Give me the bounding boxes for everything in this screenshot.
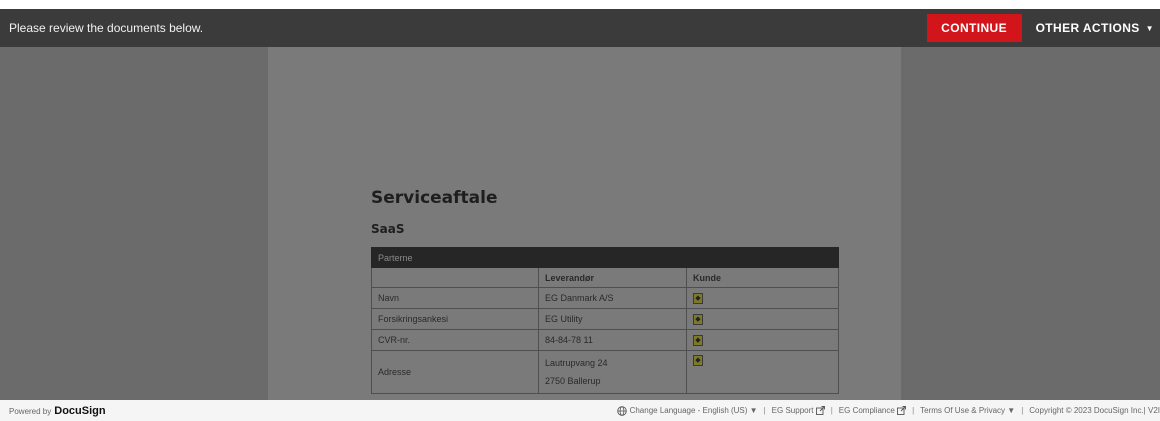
divider: | xyxy=(763,406,766,415)
footer-bar: Powered by DocuSign Change Language - En… xyxy=(0,400,1160,421)
divider: | xyxy=(912,406,915,415)
eg-support-link[interactable]: EG Support xyxy=(771,405,825,416)
address-line-2: 2750 Ballerup xyxy=(545,376,601,386)
other-actions-label: OTHER ACTIONS xyxy=(1035,21,1140,35)
column-header-blank xyxy=(371,267,539,288)
document-subtitle: SaaS xyxy=(371,222,405,236)
table-row: Forsikringsankesi EG Utility ◆ xyxy=(371,308,839,330)
form-field-marker-icon[interactable]: ◆ xyxy=(693,355,703,366)
form-field-marker-icon[interactable]: ◆ xyxy=(693,335,703,346)
supplier-value: Lautrupvang 24 2750 Ballerup xyxy=(538,350,687,394)
change-language-link[interactable]: Change Language - English (US) ▼ xyxy=(617,405,758,416)
table-section-header: Parterne xyxy=(371,247,839,268)
language-caret-icon: ▼ xyxy=(749,405,758,415)
supplier-value: EG Danmark A/S xyxy=(538,287,687,309)
supplier-value: 84-84-78 11 xyxy=(538,329,687,351)
supplier-value: EG Utility xyxy=(538,308,687,330)
divider: | xyxy=(1021,406,1024,415)
other-actions-button[interactable]: OTHER ACTIONS ▼ xyxy=(1036,21,1154,35)
terms-link[interactable]: Terms Of Use & Privacy ▼ xyxy=(920,406,1015,415)
table-row: CVR-nr. 84-84-78 11 ◆ xyxy=(371,329,839,351)
globe-icon xyxy=(617,405,628,416)
external-link-icon xyxy=(815,406,825,416)
footer-links: Change Language - English (US) ▼ | EG Su… xyxy=(617,406,1160,416)
powered-by: Powered by DocuSign xyxy=(0,405,106,417)
divider: | xyxy=(830,406,833,415)
caret-down-icon: ▼ xyxy=(1145,23,1154,33)
copyright-text: Copyright © 2023 DocuSign Inc.| V2I xyxy=(1029,406,1160,415)
eg-compliance-label: EG Compliance xyxy=(838,405,895,415)
terms-label: Terms Of Use & Privacy xyxy=(920,406,1006,415)
column-header-customer: Kunde xyxy=(686,267,839,288)
powered-by-label: Powered by xyxy=(9,406,52,416)
document-title: Serviceaftale xyxy=(371,188,498,208)
document-page: Serviceaftale SaaS Parterne Leverandør K… xyxy=(268,47,901,400)
row-label: Adresse xyxy=(371,350,539,394)
table-row: Navn EG Danmark A/S ◆ xyxy=(371,287,839,309)
form-field-marker-icon[interactable]: ◆ xyxy=(693,314,703,325)
row-label: Forsikringsankesi xyxy=(371,308,539,330)
continue-button[interactable]: CONTINUE xyxy=(926,14,1022,42)
review-message: Please review the documents below. xyxy=(9,21,204,35)
section-header-label: Parterne xyxy=(371,247,839,268)
change-language-label: Change Language - English (US) xyxy=(629,405,748,415)
table-row: Adresse Lautrupvang 24 2750 Ballerup ◆ xyxy=(371,350,839,394)
form-field-marker-icon[interactable]: ◆ xyxy=(693,293,703,304)
eg-support-label: EG Support xyxy=(771,405,814,415)
row-label: CVR-nr. xyxy=(371,329,539,351)
row-label: Navn xyxy=(371,287,539,309)
review-toolbar: Please review the documents below. CONTI… xyxy=(0,9,1160,47)
eg-compliance-link[interactable]: EG Compliance xyxy=(838,405,907,416)
table-header-row: Leverandør Kunde xyxy=(371,267,839,288)
column-header-supplier: Leverandør xyxy=(538,267,687,288)
parties-table: Parterne Leverandør Kunde Navn EG Danmar… xyxy=(371,247,839,394)
external-link-icon xyxy=(897,406,907,416)
terms-caret-icon: ▼ xyxy=(1007,406,1016,415)
docusign-logo: DocuSign xyxy=(54,404,106,417)
address-line-1: Lautrupvang 24 xyxy=(545,358,608,368)
document-viewer[interactable]: Serviceaftale SaaS Parterne Leverandør K… xyxy=(0,47,1160,400)
